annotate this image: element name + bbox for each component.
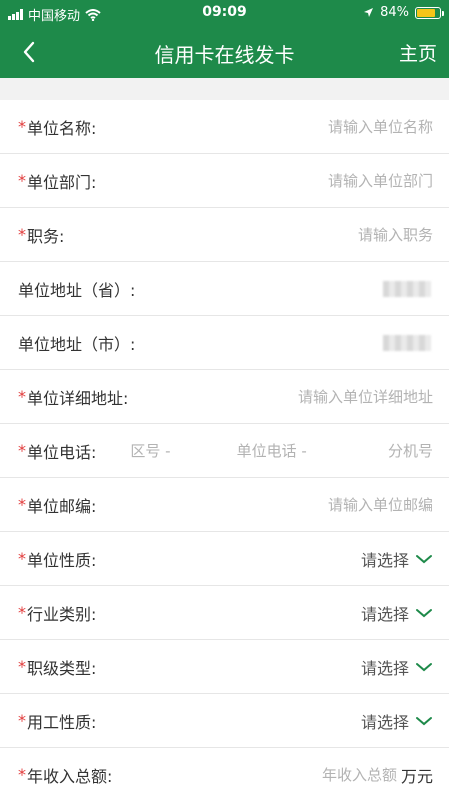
detail-address-label: 单位详细地址:: [27, 388, 129, 408]
battery-icon: [415, 6, 444, 19]
employment-label: 用工性质:: [27, 712, 97, 732]
chevron-down-icon: [416, 608, 432, 617]
city-row[interactable]: 单位地址（市）:: [0, 316, 449, 370]
city-value-redacted: [383, 334, 431, 351]
page-title: 信用卡在线发卡: [154, 43, 295, 67]
postcode-row: * 单位邮编: 请输入单位邮编: [0, 478, 449, 532]
position-row: * 职务: 请输入职务: [0, 208, 449, 262]
required-mark: *: [18, 765, 26, 784]
phone-number-input[interactable]: 单位电话 -: [237, 440, 307, 461]
area-code-input[interactable]: 区号 -: [130, 440, 170, 461]
employment-select[interactable]: 请选择: [361, 709, 433, 733]
province-value-redacted: [383, 280, 431, 297]
postcode-input[interactable]: 请输入单位邮编: [328, 494, 433, 515]
battery-percent: 84%: [380, 5, 409, 20]
phone-row: * 单位电话: 区号 - 单位电话 - 分机号: [0, 424, 449, 478]
industry-label: 行业类别:: [27, 604, 97, 624]
industry-select[interactable]: 请选择: [361, 601, 433, 625]
department-input[interactable]: 请输入单位部门: [328, 170, 433, 191]
chevron-down-icon: [416, 662, 432, 671]
nature-select-value: 请选择: [360, 550, 409, 570]
required-mark: *: [18, 387, 26, 406]
nature-label: 单位性质:: [27, 550, 97, 570]
job-level-row[interactable]: * 职级类型: 请选择: [0, 640, 449, 694]
required-mark: *: [18, 711, 26, 730]
industry-row[interactable]: * 行业类别: 请选择: [0, 586, 449, 640]
home-button[interactable]: 主页: [399, 39, 437, 66]
chevron-down-icon: [416, 554, 432, 563]
province-label: 单位地址（省）:: [18, 280, 136, 300]
required-mark: *: [18, 495, 26, 514]
required-mark: *: [18, 171, 26, 190]
postcode-label: 单位邮编:: [27, 496, 97, 516]
status-bar: 中国移动 09:09 84%: [0, 0, 449, 26]
nature-row[interactable]: * 单位性质: 请选择: [0, 532, 449, 586]
unit-name-input[interactable]: 请输入单位名称: [328, 116, 433, 137]
department-label: 单位部门:: [27, 172, 97, 192]
required-mark: *: [18, 225, 26, 244]
phone-label: 单位电话:: [27, 442, 97, 462]
position-input[interactable]: 请输入职务: [358, 224, 433, 245]
extension-input[interactable]: 分机号: [388, 440, 433, 461]
unit-name-row: * 单位名称: 请输入单位名称: [0, 100, 449, 154]
employer-info-form: * 单位名称: 请输入单位名称 * 单位部门: 请输入单位部门 * 职务: 请输…: [0, 100, 449, 800]
employment-select-value: 请选择: [360, 712, 409, 732]
required-mark: *: [18, 603, 26, 622]
department-row: * 单位部门: 请输入单位部门: [0, 154, 449, 208]
navigation-bar: 信用卡在线发卡 主页: [0, 26, 449, 78]
employment-row[interactable]: * 用工性质: 请选择: [0, 694, 449, 748]
required-mark: *: [18, 657, 26, 676]
job-level-label: 职级类型:: [27, 658, 97, 678]
industry-select-value: 请选择: [360, 604, 409, 624]
required-mark: *: [18, 117, 26, 136]
required-mark: *: [18, 441, 26, 460]
job-level-select-value: 请选择: [360, 658, 409, 678]
job-level-select[interactable]: 请选择: [361, 655, 433, 679]
location-icon: [364, 8, 374, 17]
annual-income-input[interactable]: 年收入总额: [322, 764, 397, 785]
position-label: 职务:: [27, 226, 65, 246]
province-row[interactable]: 单位地址（省）:: [0, 262, 449, 316]
annual-income-row: * 年收入总额: 年收入总额 万元: [0, 748, 449, 800]
detail-address-row: * 单位详细地址: 请输入单位详细地址: [0, 370, 449, 424]
required-mark: *: [18, 549, 26, 568]
detail-address-input[interactable]: 请输入单位详细地址: [298, 386, 433, 407]
annual-income-label: 年收入总额:: [27, 766, 113, 786]
nature-select[interactable]: 请选择: [361, 547, 433, 571]
unit-name-label: 单位名称:: [27, 118, 97, 138]
income-unit: 万元: [400, 766, 433, 786]
city-label: 单位地址（市）:: [18, 334, 136, 354]
chevron-down-icon: [416, 716, 432, 725]
